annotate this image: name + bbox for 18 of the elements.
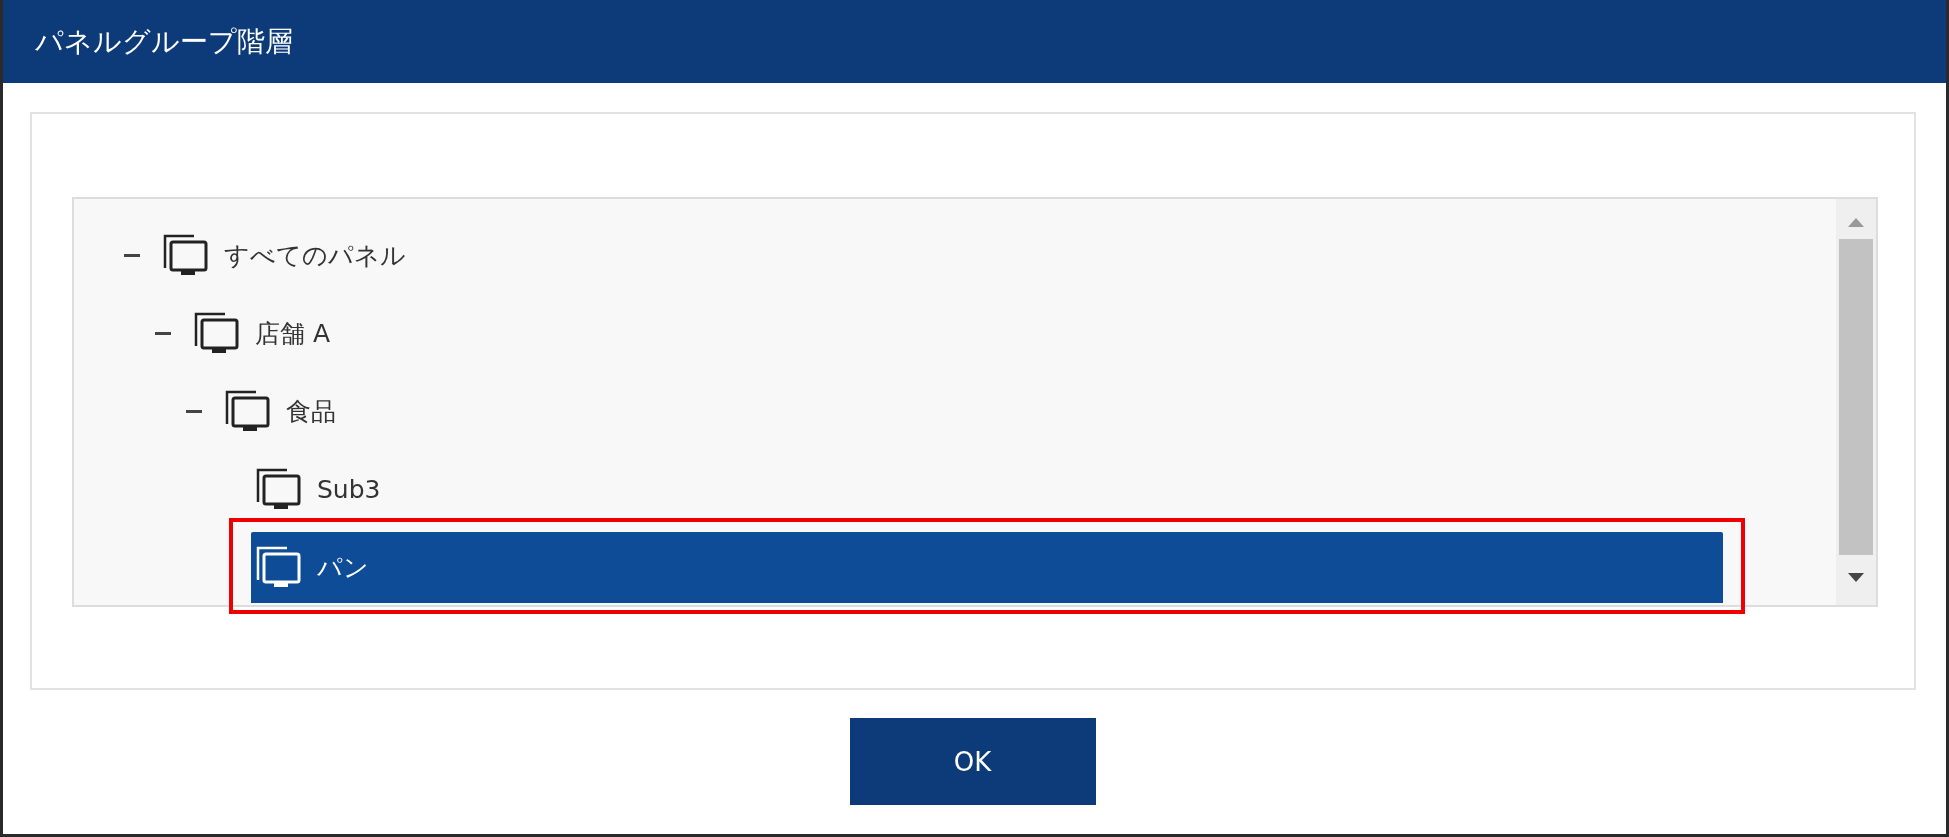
- collapse-icon[interactable]: [155, 331, 171, 335]
- tree-item[interactable]: 店舗 A: [189, 297, 1723, 369]
- scrollbar[interactable]: [1836, 199, 1876, 605]
- tree-item[interactable]: Sub3: [251, 453, 1723, 525]
- collapse-icon[interactable]: [124, 253, 140, 257]
- tree-item[interactable]: パン: [251, 531, 1723, 603]
- tree-item[interactable]: すべてのパネル: [158, 219, 1723, 291]
- scrollbar-thumb[interactable]: [1839, 239, 1873, 555]
- collapse-icon[interactable]: [186, 409, 202, 413]
- monitor-stack-icon: [162, 232, 210, 278]
- ok-button[interactable]: OK: [849, 718, 1096, 805]
- window-title: パネルグループ階層: [3, 0, 1946, 83]
- monitor-stack-icon: [193, 310, 241, 356]
- monitor-stack-icon: [255, 544, 303, 590]
- monitor-stack-icon: [255, 466, 303, 512]
- monitor-stack-icon: [224, 388, 272, 434]
- scroll-down-icon[interactable]: [1848, 573, 1864, 583]
- tree-item[interactable]: 食品: [220, 375, 1723, 447]
